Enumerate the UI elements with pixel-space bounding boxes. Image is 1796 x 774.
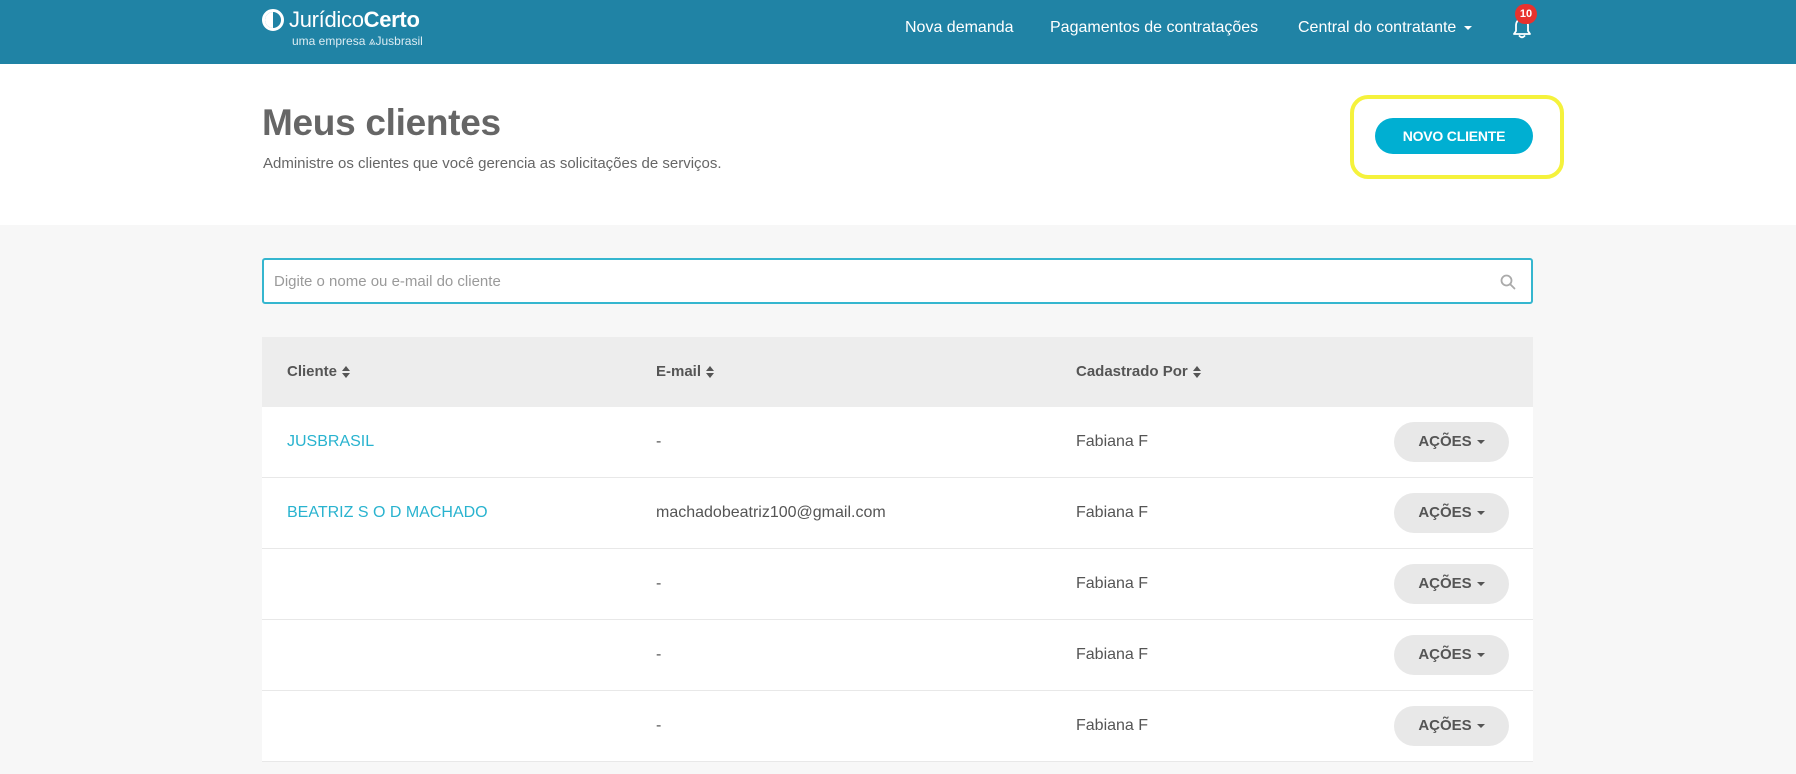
novo-cliente-button[interactable]: NOVO CLIENTE — [1375, 118, 1533, 154]
logo-mark-icon — [262, 9, 284, 31]
client-search-input[interactable] — [264, 260, 1531, 302]
acoes-label: AÇÕES — [1418, 717, 1472, 734]
logo-name-light: Jurídico — [289, 7, 364, 32]
client-name-link[interactable]: BEATRIZ S O D MACHADO — [287, 504, 488, 522]
table-row: - Fabiana F AÇÕES — [262, 549, 1533, 620]
column-header-cadastrado-por-label: Cadastrado Por — [1076, 363, 1188, 380]
nav-pagamentos-link[interactable]: Pagamentos de contratações — [1050, 19, 1258, 37]
acoes-dropdown-button[interactable]: AÇÕES — [1394, 564, 1509, 604]
column-header-cadastrado-por[interactable]: Cadastrado Por — [1076, 363, 1201, 380]
client-email: - — [656, 646, 662, 663]
acoes-label: AÇÕES — [1418, 646, 1472, 663]
client-email: - — [656, 575, 662, 592]
sort-icon — [342, 366, 351, 379]
sort-icon — [1192, 366, 1201, 379]
nav-central-contratante-dropdown[interactable]: Central do contratante — [1298, 19, 1473, 37]
acoes-label: AÇÕES — [1418, 433, 1472, 450]
chevron-down-icon — [1476, 724, 1485, 729]
acoes-dropdown-button[interactable]: AÇÕES — [1394, 493, 1509, 533]
chevron-down-icon — [1476, 511, 1485, 516]
acoes-dropdown-button[interactable]: AÇÕES — [1394, 635, 1509, 675]
column-header-cliente-label: Cliente — [287, 363, 338, 380]
page-title: Meus clientes — [262, 102, 501, 143]
client-registered-by: Fabiana F — [1076, 646, 1149, 663]
acoes-label: AÇÕES — [1418, 575, 1472, 592]
sort-icon — [706, 366, 715, 379]
juridicocerto-logo[interactable]: Jurídico Certo uma empresa ⩓Jusbrasil — [262, 7, 423, 49]
column-header-email[interactable]: E-mail — [656, 363, 715, 380]
client-name-link[interactable]: JUSBRASIL — [287, 433, 374, 451]
client-registered-by: Fabiana F — [1076, 575, 1149, 592]
client-email: - — [656, 433, 662, 450]
client-registered-by: Fabiana F — [1076, 504, 1149, 521]
client-registered-by: Fabiana F — [1076, 717, 1149, 734]
logo-tagline: uma empresa ⩓Jusbrasil — [292, 34, 423, 48]
client-registered-by: Fabiana F — [1076, 433, 1149, 450]
logo-name-bold: Certo — [363, 7, 420, 32]
column-header-email-label: E-mail — [656, 363, 702, 380]
acoes-dropdown-button[interactable]: AÇÕES — [1394, 706, 1509, 746]
client-email: - — [656, 717, 662, 734]
table-row: - Fabiana F AÇÕES — [262, 691, 1533, 762]
top-navigation-bar: Jurídico Certo uma empresa ⩓Jusbrasil Nov… — [0, 0, 1796, 64]
chevron-down-icon — [1476, 440, 1485, 445]
table-row: JUSBRASIL - Fabiana F AÇÕES — [262, 407, 1533, 478]
chevron-down-icon — [1476, 582, 1485, 587]
column-header-cliente[interactable]: Cliente — [287, 363, 351, 380]
chevron-down-icon — [1464, 25, 1473, 30]
client-email: machadobeatriz100@gmail.com — [656, 504, 886, 521]
nav-nova-demanda-link[interactable]: Nova demanda — [905, 19, 1014, 37]
client-search-box — [262, 258, 1533, 304]
acoes-dropdown-button[interactable]: AÇÕES — [1394, 422, 1509, 462]
page-subtitle: Administre os clientes que você gerencia… — [263, 155, 722, 172]
table-row: - Fabiana F AÇÕES — [262, 620, 1533, 691]
chevron-down-icon — [1476, 653, 1485, 658]
search-icon[interactable] — [1499, 273, 1517, 291]
nav-central-label: Central do contratante — [1298, 19, 1457, 36]
table-row: BEATRIZ S O D MACHADO machadobeatriz100@… — [262, 478, 1533, 549]
notification-count-badge: 10 — [1515, 4, 1537, 24]
clients-table: Cliente E-mail Cadastrado Por JUSBRASIL … — [262, 337, 1533, 762]
table-header: Cliente E-mail Cadastrado Por — [262, 337, 1533, 407]
acoes-label: AÇÕES — [1418, 504, 1472, 521]
